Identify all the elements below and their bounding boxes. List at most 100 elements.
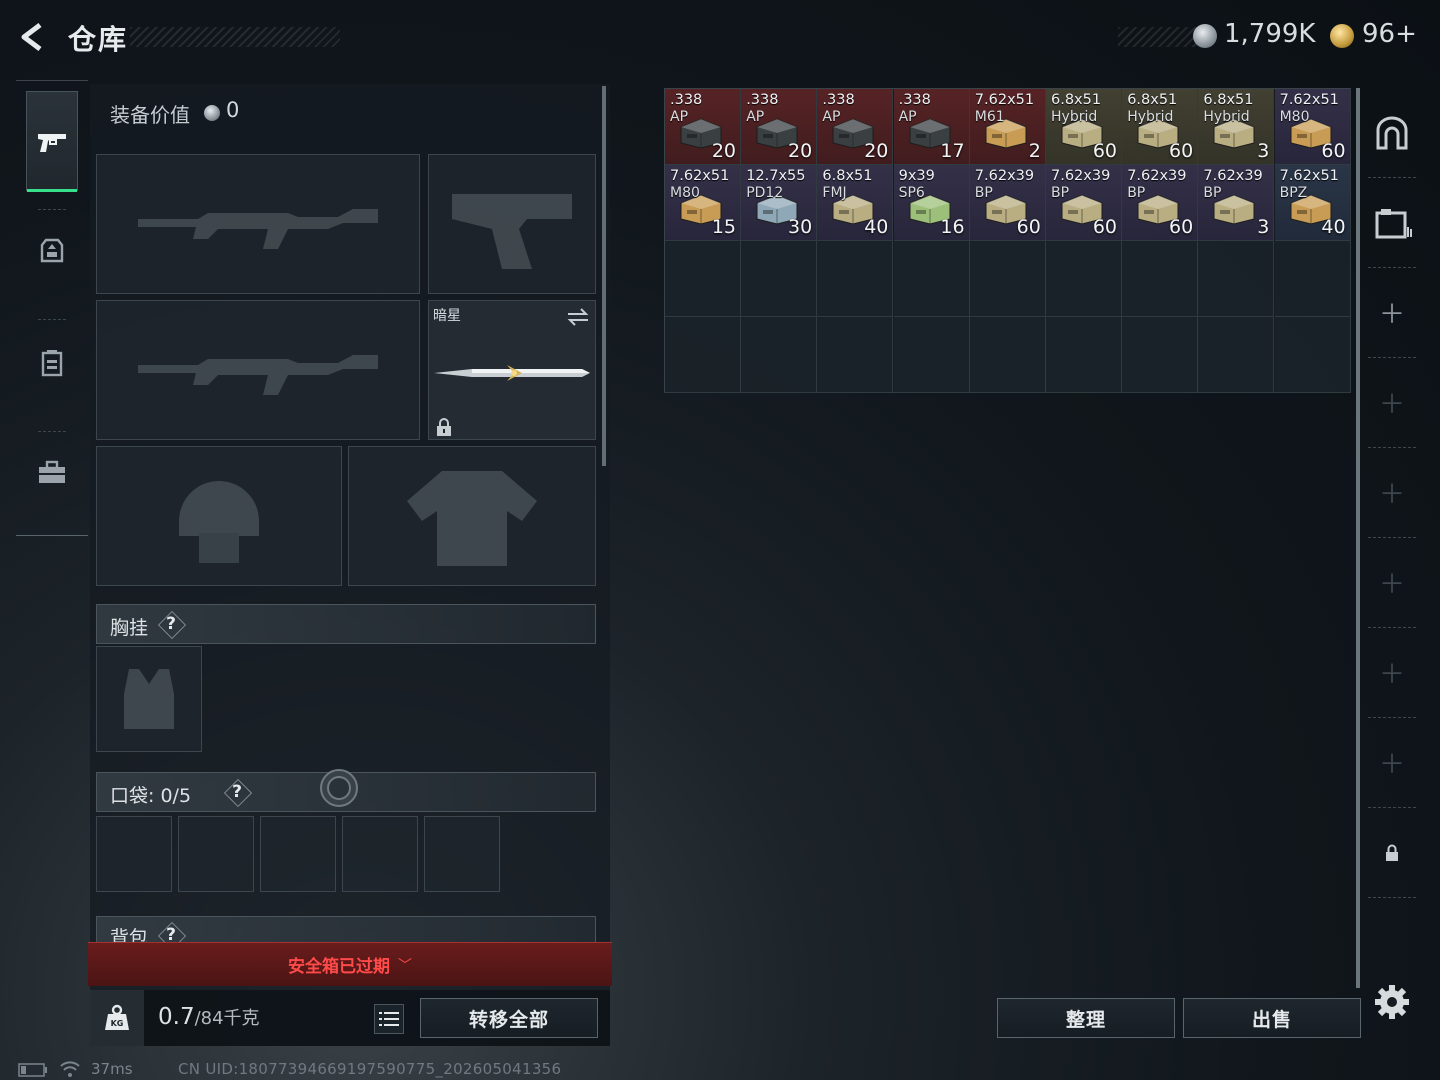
- pistol-silhouette-icon: [452, 194, 572, 269]
- empty-cell[interactable]: [969, 241, 1046, 317]
- empty-cell[interactable]: [893, 241, 970, 317]
- secondary-weapon-slot[interactable]: [96, 300, 420, 440]
- inventory-scrollbar[interactable]: [1356, 88, 1360, 988]
- item-count: 15: [711, 216, 736, 238]
- item-caliber: 12.7x55: [746, 168, 806, 184]
- inventory-item[interactable]: 6.8x51 Hybrid 3: [1198, 89, 1275, 165]
- inventory-item[interactable]: 12.7x55 PD12 30: [741, 165, 818, 241]
- item-caliber: 9x39: [898, 168, 935, 184]
- inventory-item[interactable]: 6.8x51 Hybrid 60: [1122, 89, 1199, 165]
- silver-balance[interactable]: 1,799K: [1224, 19, 1315, 49]
- item-caliber: 7.62x39: [1051, 168, 1111, 184]
- item-variant: BP: [1203, 185, 1222, 201]
- inventory-item[interactable]: .338 AP 20: [665, 89, 741, 165]
- empty-cell[interactable]: [741, 241, 818, 317]
- inventory-item[interactable]: 6.8x51 Hybrid 60: [1046, 89, 1122, 165]
- pistol-slot[interactable]: [428, 154, 596, 294]
- nav-weapons[interactable]: [26, 91, 78, 192]
- helmet-slot[interactable]: [96, 446, 342, 586]
- backpack-icon: [41, 350, 63, 377]
- safe-icon: [1376, 116, 1408, 149]
- empty-cell[interactable]: [1122, 241, 1199, 317]
- inventory-item[interactable]: .338 AP 20: [817, 89, 894, 165]
- item-count: 60: [1169, 140, 1194, 162]
- inventory-item[interactable]: .338 AP 20: [741, 89, 818, 165]
- list-view-button[interactable]: [374, 1004, 404, 1034]
- inventory-item[interactable]: 7.62x39 BP 3: [1198, 165, 1275, 241]
- strip-add-slot[interactable]: ＋: [1368, 718, 1416, 808]
- swap-icon[interactable]: [566, 307, 590, 327]
- item-count: 20: [711, 140, 736, 162]
- nav-toolbox[interactable]: [26, 423, 78, 523]
- plus-icon: ＋: [1378, 480, 1405, 510]
- item-variant: Hybrid: [1127, 109, 1174, 125]
- empty-cell[interactable]: [1274, 241, 1351, 317]
- empty-cell[interactable]: [817, 317, 894, 393]
- chest-rig-slot[interactable]: [96, 646, 202, 752]
- sort-button[interactable]: 整理: [997, 998, 1175, 1038]
- title-decoration: [130, 27, 340, 47]
- sell-button[interactable]: 出售: [1183, 998, 1361, 1038]
- empty-cell[interactable]: [665, 241, 741, 317]
- strip-warehouse-slot[interactable]: [1368, 178, 1416, 268]
- help-icon[interactable]: ?: [223, 778, 251, 806]
- inventory-item[interactable]: .338 AP 17: [893, 89, 970, 165]
- empty-cell[interactable]: [1274, 317, 1351, 393]
- gold-balance[interactable]: 96+: [1362, 19, 1417, 49]
- panel-scrollbar[interactable]: [602, 86, 606, 466]
- back-arrow-icon[interactable]: [18, 22, 48, 52]
- primary-weapon-slot[interactable]: [96, 154, 420, 294]
- equipment-value-label: 装备价值: [110, 103, 190, 127]
- item-caliber: .338: [822, 92, 855, 108]
- empty-cell[interactable]: [665, 317, 741, 393]
- inventory-item[interactable]: 6.8x51 FMJ 40: [817, 165, 894, 241]
- strip-add-slot[interactable]: ＋: [1368, 538, 1416, 628]
- user-uid: CN UID:18077394669197590775_202605041356: [178, 1060, 562, 1078]
- empty-cell[interactable]: [1046, 317, 1122, 393]
- pocket-slot[interactable]: [424, 816, 500, 892]
- empty-cell[interactable]: [1198, 317, 1275, 393]
- touch-indicator: [320, 769, 358, 807]
- item-caliber: 7.62x39: [974, 168, 1035, 184]
- pocket-slot[interactable]: [260, 816, 336, 892]
- transfer-all-button[interactable]: 转移全部: [420, 998, 598, 1038]
- inventory-item[interactable]: 7.62x51 M80 60: [1274, 89, 1351, 165]
- empty-cell[interactable]: [1198, 241, 1275, 317]
- strip-locked-slot[interactable]: [1368, 808, 1416, 898]
- strip-add-slot[interactable]: ＋: [1368, 628, 1416, 718]
- strip-add-slot[interactable]: ＋: [1368, 358, 1416, 448]
- inventory-item[interactable]: 7.62x39 BP 60: [969, 165, 1046, 241]
- empty-cell[interactable]: [817, 241, 894, 317]
- empty-cell[interactable]: [969, 317, 1046, 393]
- plus-icon: ＋: [1378, 660, 1405, 690]
- inventory-item[interactable]: 7.62x39 BP 60: [1046, 165, 1122, 241]
- nav-backpack[interactable]: [26, 313, 78, 413]
- inventory-item[interactable]: 7.62x51 M61 2: [969, 89, 1046, 165]
- inventory-item[interactable]: 7.62x51 M80 15: [665, 165, 741, 241]
- pocket-slot[interactable]: [96, 816, 172, 892]
- pocket-count: 0/5: [160, 785, 192, 807]
- pocket-slot[interactable]: [178, 816, 254, 892]
- body-armor-slot[interactable]: [348, 446, 596, 586]
- strip-safe-slot[interactable]: [1368, 88, 1416, 178]
- strip-add-slot[interactable]: ＋: [1368, 268, 1416, 358]
- nav-armor[interactable]: [26, 201, 78, 301]
- inventory-item[interactable]: 9x39 SP6 16: [893, 165, 970, 241]
- strip-add-slot[interactable]: ＋: [1368, 448, 1416, 538]
- item-caliber: 6.8x51: [1127, 92, 1178, 108]
- empty-cell[interactable]: [1122, 317, 1199, 393]
- left-nav: [16, 80, 88, 536]
- empty-cell[interactable]: [893, 317, 970, 393]
- inventory-item[interactable]: 7.62x39 BP 60: [1122, 165, 1199, 241]
- inventory-item[interactable]: 7.62x51 BPZ 40: [1274, 165, 1351, 241]
- gear-icon[interactable]: [1374, 984, 1410, 1020]
- inventory-grid: .338 AP 20.338 AP 20.338 AP 20.338 AP 17 7.62x51 M…: [664, 88, 1351, 393]
- help-icon[interactable]: ?: [157, 610, 185, 638]
- pocket-slot[interactable]: [342, 816, 418, 892]
- safebox-expired-bar[interactable]: 安全箱已过期 ﹀: [88, 942, 612, 986]
- item-count: 2: [1028, 140, 1041, 162]
- melee-slot[interactable]: 暗星: [428, 300, 596, 440]
- item-caliber: 6.8x51: [822, 168, 873, 184]
- empty-cell[interactable]: [741, 317, 818, 393]
- empty-cell[interactable]: [1046, 241, 1122, 317]
